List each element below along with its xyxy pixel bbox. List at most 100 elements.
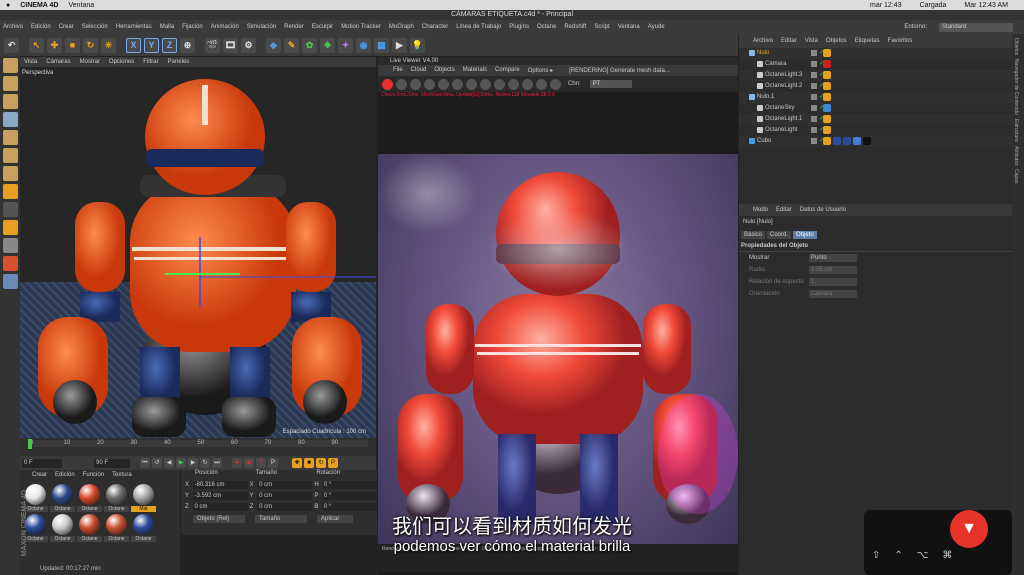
dof-icon[interactable] xyxy=(536,78,547,90)
light-icon[interactable]: 💡 xyxy=(410,37,425,53)
workplane-icon[interactable] xyxy=(2,112,18,127)
subdivision-icon[interactable]: ✿ xyxy=(302,37,317,53)
prev-frame-icon[interactable]: ◀ xyxy=(164,458,174,468)
object-row[interactable]: OctaneLight ✓ xyxy=(739,125,1012,136)
region-icon[interactable] xyxy=(438,78,449,90)
texture-mode-icon[interactable] xyxy=(2,94,18,109)
cube-icon[interactable]: ◆ xyxy=(266,37,281,53)
menu-item-16[interactable]: Octane xyxy=(537,24,556,30)
help-icon[interactable] xyxy=(550,78,561,90)
attribute-value[interactable]: Punto xyxy=(809,254,857,262)
next-frame-icon[interactable]: ▶ xyxy=(188,458,198,468)
model-mode-icon[interactable] xyxy=(2,76,18,91)
viewport-menu-item[interactable]: Paneles xyxy=(168,59,190,65)
zoom-icon[interactable] xyxy=(522,78,533,90)
editor-visibility-dot[interactable] xyxy=(811,94,817,100)
editor-viewport[interactable]: Vista Cámaras Mostrar Opciones Filtrar Panele… xyxy=(20,57,376,438)
menu-item-9[interactable]: Render xyxy=(284,24,304,30)
material-swatch[interactable]: Mat xyxy=(131,484,156,512)
current-frame-field[interactable]: 0 F xyxy=(22,458,62,468)
menu-item-10[interactable]: Esculpir xyxy=(312,24,333,30)
send-scene-icon[interactable] xyxy=(382,78,393,90)
menu-item-7[interactable]: Animación xyxy=(211,24,239,30)
undo-icon[interactable]: ↶ xyxy=(4,37,19,53)
attribute-tab[interactable]: Objeto xyxy=(793,231,817,239)
attribute-value[interactable]: 2.05 cm xyxy=(809,266,857,274)
camera-icon[interactable]: ▶ xyxy=(392,37,407,53)
domestika-logo-icon[interactable]: ▼ xyxy=(950,510,988,548)
next-key-icon[interactable]: ↻ xyxy=(200,458,210,468)
object-menu-item[interactable]: Editar xyxy=(781,38,797,44)
render-picture-icon[interactable]: 🎞 xyxy=(223,37,238,53)
attribute-tab[interactable]: Básico xyxy=(741,231,766,239)
polygons-mode-icon[interactable] xyxy=(2,166,18,181)
prev-key-icon[interactable]: ↺ xyxy=(152,458,162,468)
menu-item-19[interactable]: Ventana xyxy=(618,24,640,30)
option-icon[interactable]: ⌥ xyxy=(917,550,929,561)
mac-menu-ventana[interactable]: Ventana xyxy=(68,2,94,9)
object-row[interactable]: OctaneLight.1 ✓ xyxy=(739,114,1012,125)
viewport-menu-item[interactable]: Opciones xyxy=(109,59,134,65)
cloner-icon[interactable]: ❖ xyxy=(320,37,335,53)
autokey-icon[interactable]: ◉ xyxy=(244,458,254,468)
menu-item-5[interactable]: Malla xyxy=(160,24,174,30)
key-pos-icon[interactable]: ✚ xyxy=(292,458,302,468)
object-tag-icon[interactable] xyxy=(823,71,831,79)
object-tag-icon[interactable] xyxy=(823,115,831,123)
material-picker-icon[interactable] xyxy=(480,78,491,90)
object-tag-icon[interactable] xyxy=(853,137,861,145)
settings-icon[interactable] xyxy=(452,78,463,90)
wb-picker-icon[interactable] xyxy=(508,78,519,90)
end-frame-field[interactable]: 90 F xyxy=(94,458,130,468)
menu-item-1[interactable]: Edición xyxy=(31,24,51,30)
go-end-icon[interactable]: ⏭ xyxy=(212,458,222,468)
key-param-icon[interactable]: P xyxy=(328,458,338,468)
viewport-robot-model[interactable] xyxy=(20,67,376,438)
object-row[interactable]: Nulo.1 ✓ xyxy=(739,92,1012,103)
material-menu-item[interactable]: Crear xyxy=(32,472,47,478)
axis-y-button[interactable]: Y xyxy=(144,37,159,53)
key-rot-icon[interactable]: ↻ xyxy=(316,458,326,468)
up-icon[interactable]: ⇧ xyxy=(872,550,880,561)
menu-item-14[interactable]: Línea de Trabajo xyxy=(456,24,501,30)
side-tab[interactable]: Objetos xyxy=(1013,38,1019,55)
live-viewer-menu-item[interactable]: Options ▸ xyxy=(528,67,553,74)
object-tag-icon[interactable] xyxy=(823,126,831,134)
side-tab[interactable]: Estructura xyxy=(1013,119,1019,142)
spline-pen-icon[interactable]: ✎ xyxy=(284,37,299,53)
side-tab[interactable]: Atributos xyxy=(1013,146,1019,166)
render-output[interactable] xyxy=(378,154,738,567)
object-row[interactable]: Cámara ✓ xyxy=(739,59,1012,70)
record-icon[interactable]: ● xyxy=(232,458,242,468)
focus-picker-icon[interactable] xyxy=(494,78,505,90)
playhead[interactable] xyxy=(28,439,32,449)
scale-icon[interactable]: ■ xyxy=(65,37,80,53)
menu-item-3[interactable]: Selección xyxy=(82,24,108,30)
material-menu-item[interactable]: Edición xyxy=(55,472,75,478)
material-swatch[interactable]: Octane xyxy=(50,484,75,512)
apple-icon[interactable]: ● xyxy=(6,2,10,9)
menu-item-20[interactable]: Ayude xyxy=(648,24,665,30)
rotation-field[interactable]: 0 ° xyxy=(321,491,378,500)
channel-select[interactable]: PT xyxy=(589,80,632,88)
timeline[interactable]: 0102030405060708090 xyxy=(20,438,376,456)
axis-x-button[interactable]: X xyxy=(126,37,141,53)
pause-icon[interactable] xyxy=(410,78,421,90)
recent-icon[interactable]: ✳ xyxy=(101,37,116,53)
live-viewer-menu-item[interactable]: File xyxy=(393,67,403,74)
live-viewer-menu-item[interactable]: Objects xyxy=(434,67,454,74)
menu-item-8[interactable]: Simulación xyxy=(247,24,276,30)
material-menu-item[interactable]: Función xyxy=(83,472,104,478)
edges-mode-icon[interactable] xyxy=(2,148,18,163)
viewport-menu-item[interactable]: Filtrar xyxy=(143,59,158,65)
side-tab[interactable]: Capas xyxy=(1013,169,1019,183)
tweak-icon[interactable] xyxy=(2,202,18,217)
env-select[interactable]: Standard xyxy=(939,22,1013,32)
object-row[interactable]: OctaneLight.2 ✓ xyxy=(739,81,1012,92)
menu-item-6[interactable]: Fijación xyxy=(182,24,203,30)
object-row[interactable]: OctaneSky ✓ xyxy=(739,103,1012,114)
editor-visibility-dot[interactable] xyxy=(811,72,817,78)
position-field[interactable]: -80.316 cm xyxy=(192,480,248,489)
menu-item-12[interactable]: MoGraph xyxy=(389,24,414,30)
points-mode-icon[interactable] xyxy=(2,130,18,145)
